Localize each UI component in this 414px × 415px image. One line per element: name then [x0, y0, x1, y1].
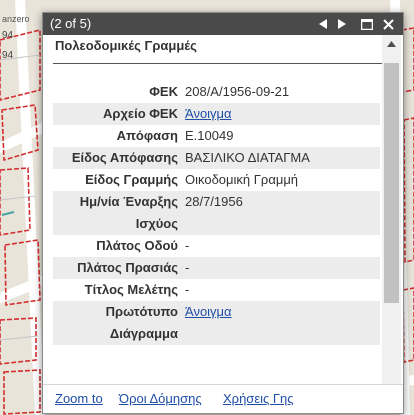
attribute-value: Άνοιγμα: [185, 301, 380, 345]
attribute-value: Οικοδομική Γραμμή: [185, 172, 299, 187]
maximize-icon[interactable]: [358, 13, 376, 35]
scroll-up-icon[interactable]: [382, 35, 401, 52]
attribute-key: Αρχείο ΦΕΚ: [53, 103, 185, 125]
attribute-value: 208/Α/1956-09-21: [185, 84, 290, 99]
attribute-key: Πρωτότυπο Διάγραμμα: [53, 301, 185, 345]
open-link[interactable]: Άνοιγμα: [185, 304, 232, 319]
map-label: 94: [2, 30, 14, 41]
open-link[interactable]: Άνοιγμα: [185, 106, 232, 121]
attribute-value: -: [185, 282, 190, 297]
attribute-key: ΦΕΚ: [149, 84, 178, 99]
zoom-to-link[interactable]: Zoom to: [55, 391, 103, 406]
info-popup: (2 of 5) Πολεοδομικές Γραμμές ΦΕΚ 208/Α/1…: [42, 12, 404, 414]
attribute-key: Πλάτος Οδού: [96, 238, 178, 253]
xriseis-gis-link[interactable]: Χρήσεις Γης: [223, 391, 294, 406]
attribute-key: Τίτλος Μελέτης: [84, 282, 178, 297]
triangle-right-icon[interactable]: [333, 13, 351, 35]
attribute-row: Πλάτος Πρασιάς -: [53, 257, 380, 279]
title-divider: [53, 63, 383, 64]
scrollbar[interactable]: [382, 35, 401, 384]
popup-content[interactable]: Πολεοδομικές Γραμμές ΦΕΚ 208/Α/1956-09-21…: [43, 35, 403, 384]
attribute-row: Ημ/νία Έναρξης Ισχύος 28/7/1956: [53, 191, 380, 235]
attribute-key: Ημ/νία Έναρξης Ισχύος: [53, 191, 185, 235]
attribute-value: Ε.10049: [185, 128, 234, 143]
attribute-row: Αρχείο ΦΕΚ Άνοιγμα: [53, 103, 380, 125]
attribute-table: ΦΕΚ 208/Α/1956-09-21 Αρχείο ΦΕΚ Άνοιγμα Απόφ…: [53, 81, 380, 345]
attribute-row: Είδος Απόφασης ΒΑΣΙΛΙΚΟ ΔΙΑΤΑΓΜΑ: [53, 147, 380, 169]
attribute-row: Είδος Γραμμής Οικοδομική Γραμμή: [53, 169, 380, 191]
layer-title: Πολεοδομικές Γραμμές: [55, 38, 197, 53]
attribute-row: Τίτλος Μελέτης -: [53, 279, 380, 301]
attribute-key: Είδος Γραμμής: [85, 172, 178, 187]
attribute-value: 28/7/1956: [185, 191, 380, 235]
map-label: anzero: [2, 14, 30, 24]
triangle-left-icon[interactable]: [314, 13, 332, 35]
attribute-row: Πλάτος Οδού -: [53, 235, 380, 257]
attribute-key: Πλάτος Πρασιάς: [53, 257, 185, 279]
attribute-row: ΦΕΚ 208/Α/1956-09-21: [53, 81, 380, 103]
attribute-value: -: [185, 257, 380, 279]
popup-titlebar: (2 of 5): [43, 13, 403, 35]
map-label: 94: [2, 50, 14, 61]
attribute-value: -: [185, 238, 190, 253]
attribute-row: Απόφαση Ε.10049: [53, 125, 380, 147]
attribute-key: Είδος Απόφασης: [53, 147, 185, 169]
close-icon[interactable]: [379, 13, 397, 35]
oroi-domisis-link[interactable]: Όροι Δόμησης: [119, 391, 202, 406]
attribute-value: Άνοιγμα: [185, 103, 380, 125]
scrollbar-thumb[interactable]: [384, 63, 399, 303]
attribute-key: Απόφαση: [116, 128, 178, 143]
attribute-row: Πρωτότυπο Διάγραμμα Άνοιγμα: [53, 301, 380, 345]
attribute-value: ΒΑΣΙΛΙΚΟ ΔΙΑΤΑΓΜΑ: [185, 147, 380, 169]
popup-footer: Zoom to Όροι Δόμησης Χρήσεις Γης: [43, 384, 403, 413]
feature-counter: (2 of 5): [50, 16, 92, 31]
